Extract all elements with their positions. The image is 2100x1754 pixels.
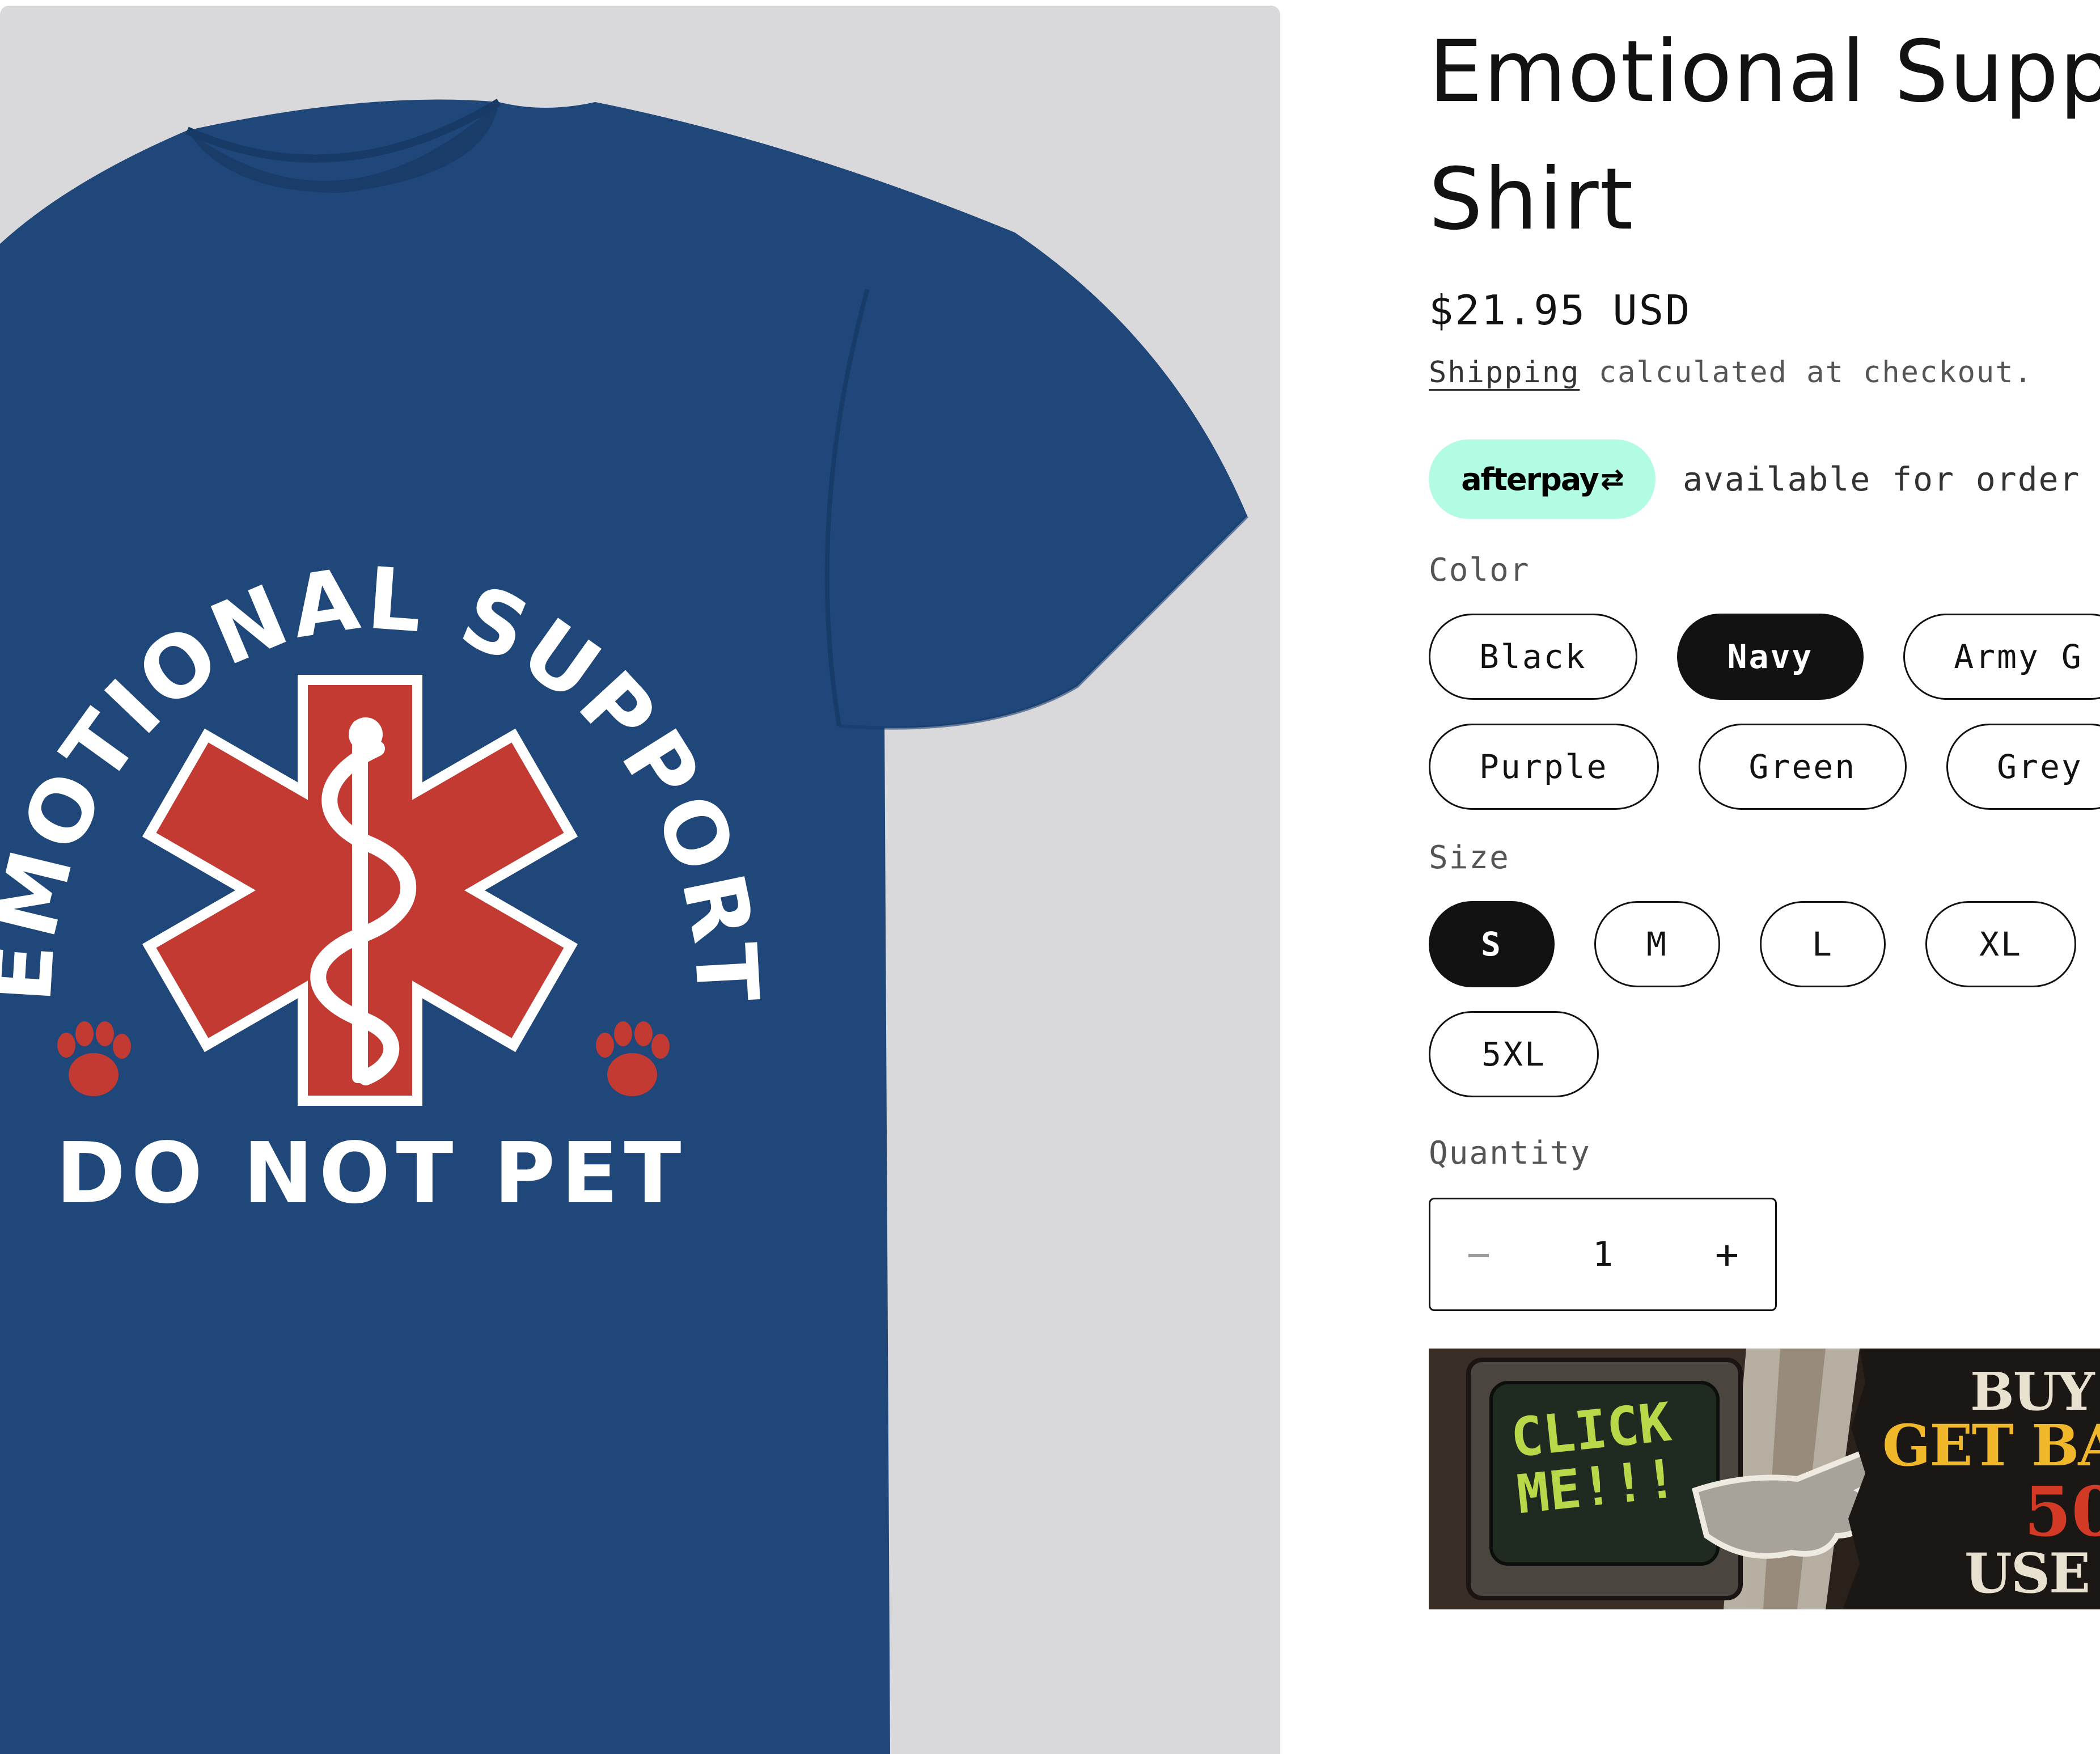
size-label: Size [1429,839,1510,876]
color-option-navy[interactable]: Navy [1676,614,1864,700]
quantity-label: Quantity [1429,1135,1591,1172]
product-info: Emotional Supp Shirt $21.95 USD Shipping… [1429,0,2100,1754]
click-me-screen-text: CLICK ME!!! [1508,1392,1680,1526]
promo-line-4: USE C [1964,1541,2100,1605]
size-options-row-2: 5XL [1429,1011,2100,1097]
product-image[interactable]: EMOTIONAL SUPPORT HUMAN DO NOT PET [0,6,1280,1754]
product-title-line-2: Shirt [1429,150,1635,249]
product-page: EMOTIONAL SUPPORT HUMAN DO NOT PET Emoti… [0,0,2100,1754]
quantity-increase-button[interactable]: + [1715,1231,1739,1278]
color-option-black[interactable]: Black [1429,614,1637,700]
quantity-stepper: − 1 + [1429,1198,1777,1311]
color-label: Color [1429,552,1530,589]
size-options-row-1: S M L XL [1429,901,2100,987]
product-price: $21.95 USD [1429,286,1692,334]
quantity-decrease-button[interactable]: − [1467,1231,1491,1278]
afterpay-text: available for order [1683,460,2081,498]
promo-line-3: 50 [2024,1472,2100,1552]
tshirt-illustration: EMOTIONAL SUPPORT HUMAN DO NOT PET [0,6,1249,1754]
promo-line-2: GET BAS [1882,1412,2100,1479]
size-option-m[interactable]: M [1594,901,1720,987]
shipping-note-text: calculated at checkout. [1598,356,2033,390]
color-option-grey[interactable]: Grey [1946,724,2100,810]
quantity-input[interactable]: 1 [1593,1235,1613,1274]
size-option-l[interactable]: L [1760,901,1886,987]
color-options-row-2: Purple Green Grey [1429,724,2100,810]
shipping-link[interactable]: Shipping [1429,356,1580,390]
size-option-xl[interactable]: XL [1925,901,2076,987]
color-option-army-green[interactable]: Army G [1903,614,2100,700]
promo-banner[interactable]: CLICK ME!!! BUY 1 GET BAS 50 USE C [1429,1349,2100,1609]
afterpay-logo[interactable]: afterpay ⇄ [1429,439,1656,519]
product-title-line-1: Emotional Supp [1429,23,2100,121]
afterpay-logo-text: afterpay [1461,461,1599,497]
afterpay-arrows-icon: ⇄ [1600,463,1624,496]
size-option-5xl[interactable]: 5XL [1429,1011,1599,1097]
color-option-purple[interactable]: Purple [1429,724,1659,810]
color-option-green[interactable]: Green [1698,724,1907,810]
size-option-s[interactable]: S [1429,901,1555,987]
color-options-row-1: Black Navy Army G [1429,614,2100,700]
shipping-note: Shipping calculated at checkout. [1429,356,2100,390]
afterpay-row: afterpay ⇄ available for order [1429,439,2100,519]
product-title: Emotional Supp Shirt [1429,9,2100,264]
shirt-print-bottom-text: DO NOT PET [56,1125,687,1222]
